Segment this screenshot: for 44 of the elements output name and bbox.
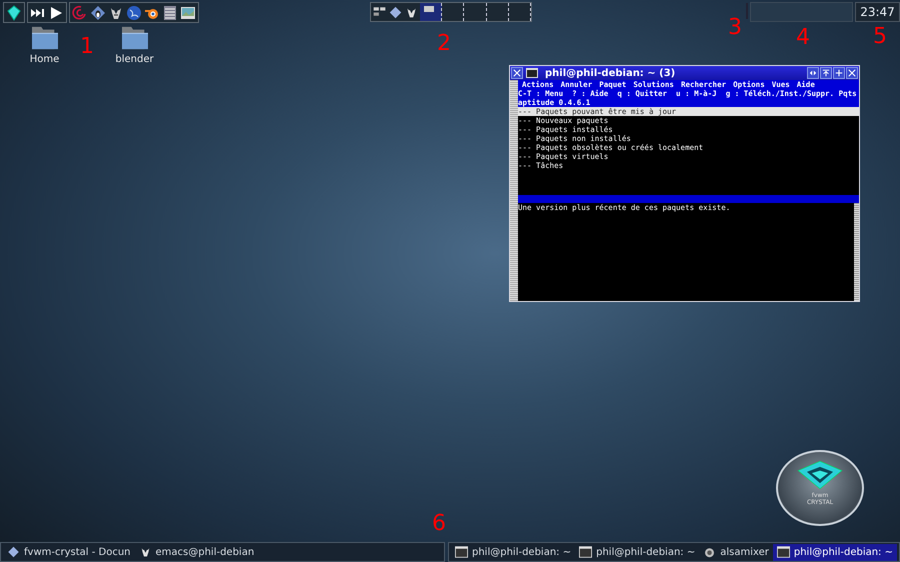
close-icon: [848, 69, 856, 77]
folder-label[interactable]: blender: [115, 54, 154, 65]
mini-windows-icon: [373, 6, 386, 18]
scrollbar[interactable]: [854, 203, 859, 301]
terminal-icon: [454, 546, 468, 558]
terminal-icon: [579, 546, 592, 558]
plus-icon: [835, 69, 843, 77]
task-button[interactable]: emacs@phil-debian: [134, 544, 258, 560]
terminal-icon: [526, 68, 538, 78]
diamond-penguin-icon[interactable]: [90, 4, 106, 20]
window-title: phil@phil-debian: ~ (3): [545, 68, 676, 78]
annotation-number: 6: [432, 511, 446, 536]
task-button[interactable]: phil@phil-debian: ~: [575, 544, 700, 560]
shade-button[interactable]: [807, 67, 819, 79]
folder-label[interactable]: Home: [30, 54, 60, 65]
annotation-number: 1: [80, 34, 94, 59]
task-button[interactable]: fvwm-crystal - Docun: [3, 544, 134, 560]
play-icon[interactable]: [48, 4, 64, 20]
stick-button[interactable]: [833, 67, 845, 79]
landscape-picture-icon[interactable]: [180, 4, 196, 20]
task-button[interactable]: alsamixer: [699, 544, 773, 560]
diamond-icon: [7, 546, 20, 558]
close-icon: [513, 69, 521, 77]
scrollbar[interactable]: [510, 80, 518, 301]
speaker-icon: [703, 546, 716, 558]
file-cabinet-icon[interactable]: [162, 4, 178, 20]
clock: 23:47: [855, 2, 900, 22]
globe-icon[interactable]: [126, 4, 142, 20]
pager-desk[interactable]: [420, 3, 442, 21]
folder-icon[interactable]: [120, 25, 150, 51]
close-button[interactable]: [846, 67, 858, 79]
arrows-icon: [809, 69, 817, 77]
annotation-number: 5: [873, 24, 887, 49]
maximize-button[interactable]: [820, 67, 832, 79]
annotation-number: 4: [796, 25, 810, 50]
task-button[interactable]: phil@phil-debian: ~: [450, 544, 576, 560]
diamond-icon: [389, 6, 402, 18]
annotation-number: 2: [437, 31, 451, 56]
raise-icon: [822, 69, 830, 77]
close-button[interactable]: [511, 67, 523, 79]
annotation-number: 3: [728, 15, 742, 40]
terminal-icon: [776, 546, 790, 558]
folder-icon[interactable]: [30, 25, 60, 51]
task-button[interactable]: phil@phil-debian: ~: [772, 544, 897, 560]
